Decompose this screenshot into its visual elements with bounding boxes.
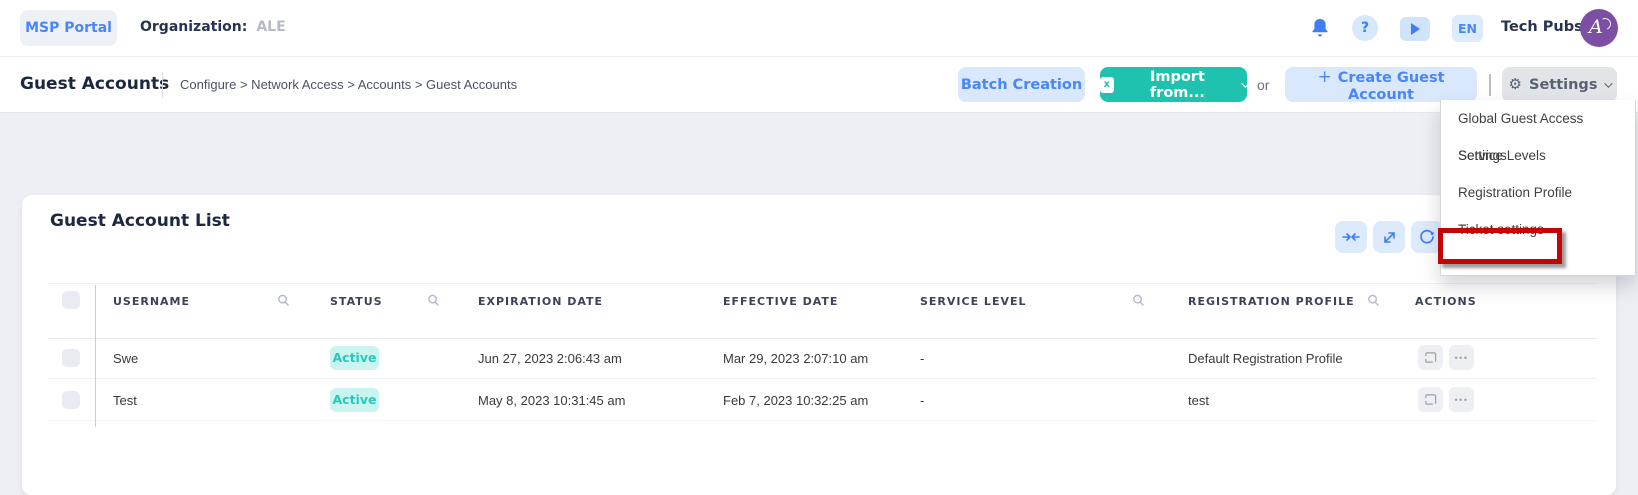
expand-diagonal-icon: [1382, 230, 1397, 245]
guest-account-list-card: Guest Account List USERNAME STATUS EXPIR…: [22, 195, 1616, 495]
collapse-columns-button[interactable]: [1335, 221, 1367, 253]
create-guest-account-label: Create Guest Account: [1338, 70, 1445, 103]
help-icon[interactable]: ?: [1352, 15, 1378, 41]
cell-expiration-date: May 8, 2023 10:31:45 am: [478, 393, 625, 408]
organization-label: Organization:: [140, 19, 247, 35]
organization: Organization: ALE: [140, 19, 286, 35]
status-badge: Active: [330, 388, 379, 412]
search-icon[interactable]: [276, 293, 291, 308]
cell-registration-profile: Default Registration Profile: [1188, 351, 1343, 366]
cell-service-level: -: [920, 351, 924, 366]
menu-item-ticket-settings[interactable]: Ticket settings: [1441, 211, 1635, 248]
row-separator: [48, 378, 1597, 379]
checkbox-column-divider: [95, 285, 96, 427]
gear-icon: ⚙: [1509, 77, 1522, 92]
row-checkbox[interactable]: [62, 391, 80, 409]
top-bar: MSP Portal Organization: ALE ? EN Tech Pu…: [0, 0, 1638, 57]
ellipsis-icon: •••: [1455, 395, 1469, 405]
cell-username: Test: [113, 393, 137, 408]
cell-effective-date: Feb 7, 2023 10:32:25 am: [723, 393, 868, 408]
search-icon[interactable]: [426, 293, 441, 308]
ellipsis-icon: •••: [1455, 353, 1469, 363]
title-divider: [162, 72, 163, 98]
row-separator: [48, 420, 1597, 421]
row-more-actions-button[interactable]: •••: [1449, 387, 1474, 412]
settings-label: Settings: [1529, 77, 1597, 93]
user-avatar[interactable]: A: [1580, 9, 1618, 47]
collapse-arrows-icon: [1342, 230, 1360, 244]
frame-icon: [1424, 393, 1437, 406]
import-from-button[interactable]: x Import from...: [1100, 67, 1247, 102]
organization-value: ALE: [256, 19, 285, 35]
refresh-button[interactable]: [1411, 221, 1443, 253]
language-selector[interactable]: EN: [1452, 15, 1483, 42]
breadcrumb: Configure > Network Access > Accounts > …: [180, 77, 517, 92]
column-header-expiration-date[interactable]: EXPIRATION DATE: [478, 295, 603, 308]
expand-fullscreen-button[interactable]: [1373, 221, 1405, 253]
column-header-service-level[interactable]: SERVICE LEVEL: [920, 295, 1027, 308]
row-detail-button[interactable]: [1418, 345, 1443, 370]
card-title: Guest Account List: [50, 211, 230, 231]
frame-icon: [1424, 351, 1437, 364]
menu-item-registration-profile[interactable]: Registration Profile: [1441, 174, 1635, 211]
status-badge: Active: [330, 346, 379, 370]
table-header-top-border: [48, 283, 1597, 284]
cell-expiration-date: Jun 27, 2023 2:06:43 am: [478, 351, 622, 366]
refresh-icon: [1419, 229, 1435, 245]
row-more-actions-button[interactable]: •••: [1449, 345, 1474, 370]
cell-service-level: -: [920, 393, 924, 408]
column-header-status[interactable]: STATUS: [330, 295, 383, 308]
button-group-divider: [1489, 74, 1491, 96]
row-detail-button[interactable]: [1418, 387, 1443, 412]
row-checkbox[interactable]: [62, 349, 80, 367]
search-icon[interactable]: [1131, 293, 1146, 308]
column-header-registration-profile[interactable]: REGISTRATION PROFILE: [1188, 295, 1355, 308]
table-header-bottom-border: [48, 338, 1597, 339]
chevron-down-icon: [1605, 79, 1613, 87]
page-header-bar: Guest Accounts Configure > Network Acces…: [0, 57, 1638, 113]
page-title: Guest Accounts: [20, 74, 169, 94]
select-all-checkbox[interactable]: [62, 291, 80, 309]
import-from-label: Import from...: [1121, 69, 1234, 101]
settings-button[interactable]: ⚙ Settings: [1502, 67, 1617, 102]
msp-portal-button[interactable]: MSP Portal: [20, 10, 117, 46]
column-header-effective-date[interactable]: EFFECTIVE DATE: [723, 295, 838, 308]
excel-file-icon: x: [1100, 77, 1114, 93]
cell-username: Swe: [113, 351, 138, 366]
column-header-actions: ACTIONS: [1415, 295, 1477, 308]
or-label: or: [1257, 77, 1269, 93]
cell-registration-profile: test: [1188, 393, 1209, 408]
batch-creation-button[interactable]: Batch Creation: [958, 67, 1085, 102]
settings-dropdown-menu: Global Guest Access Settings Service Lev…: [1440, 100, 1636, 276]
video-tutorial-icon[interactable]: [1400, 17, 1430, 41]
menu-item-service-levels[interactable]: Service Levels: [1441, 137, 1635, 174]
create-guest-account-button[interactable]: + Create Guest Account: [1285, 67, 1477, 102]
column-header-username[interactable]: USERNAME: [113, 295, 190, 308]
cell-effective-date: Mar 29, 2023 2:07:10 am: [723, 351, 868, 366]
notifications-bell-icon[interactable]: [1308, 16, 1332, 40]
chevron-down-icon: [1241, 79, 1249, 87]
menu-item-global-guest-access-settings[interactable]: Global Guest Access Settings: [1441, 100, 1635, 137]
plus-icon: +: [1317, 67, 1331, 87]
search-icon[interactable]: [1366, 293, 1381, 308]
play-triangle-icon: [1411, 23, 1420, 35]
user-name[interactable]: Tech Pubs: [1501, 19, 1583, 35]
